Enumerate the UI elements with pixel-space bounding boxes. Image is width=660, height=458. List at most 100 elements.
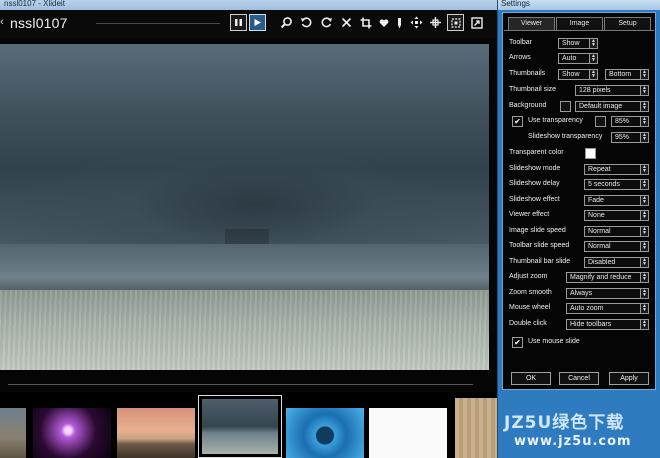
setting-label: Use transparency	[528, 117, 583, 124]
close-image-button[interactable]	[338, 14, 355, 31]
settings-tabs: Viewer Image Setup	[508, 17, 652, 31]
setting-thumbnail-size: Thumbnail size 128 pixels ▲ ▼	[504, 84, 654, 98]
apply-button[interactable]: Apply	[609, 372, 649, 385]
photo-field	[0, 290, 489, 370]
viewer-effect-select[interactable]: None ▲ ▼	[584, 210, 649, 221]
cancel-button[interactable]: Cancel	[559, 372, 599, 385]
setting-image-slide-speed: Image slide speed Normal ▲ ▼	[504, 225, 654, 239]
zoom-button[interactable]	[278, 14, 295, 31]
transparency-color-swatch[interactable]	[595, 116, 606, 127]
adjust-zoom-select[interactable]: Magnify and reduce ▲ ▼	[566, 272, 649, 283]
settings-titlebar[interactable]: Settings	[498, 0, 660, 10]
viewer-window-title: nssl0107 - Xlideit	[4, 0, 65, 8]
play-button[interactable]	[249, 14, 266, 31]
slideshow-effect-select[interactable]: Fade ▲ ▼	[584, 195, 649, 206]
setting-slideshow-delay: Slideshow delay 5 seconds ▲ ▼	[504, 178, 654, 192]
setting-slideshow-transparency: Slideshow transparency 95% ▲ ▼	[504, 131, 654, 145]
use-transparency-value[interactable]: 85% ▲ ▼	[611, 116, 649, 127]
main-photo[interactable]	[0, 44, 489, 370]
setting-thumbnails: Thumbnails Show ▲ ▼ Bottom ▲ ▼	[504, 68, 654, 82]
zoom-smooth-select[interactable]: Always ▲ ▼	[566, 288, 649, 299]
image-slide-speed-select[interactable]: Normal ▲ ▼	[584, 226, 649, 237]
select-tool-button[interactable]	[447, 14, 464, 31]
move-button[interactable]	[408, 14, 425, 31]
thumbnail-bar-slide-select[interactable]: Disabled ▲ ▼	[584, 257, 649, 268]
fullscreen-button[interactable]	[468, 14, 485, 31]
rotate-left-button[interactable]	[298, 14, 315, 31]
fullscreen-icon	[470, 16, 483, 29]
thumbnails-select[interactable]: Show ▲ ▼	[558, 69, 598, 80]
ok-button[interactable]: OK	[511, 372, 551, 385]
use-transparency-checkbox[interactable]: ✔	[512, 116, 523, 127]
crop-icon	[360, 17, 371, 28]
setting-zoom-smooth: Zoom smooth Always ▲ ▼	[504, 287, 654, 301]
setting-arrows: Arrows Auto ▲ ▼	[504, 52, 654, 66]
photo-sky	[0, 44, 489, 254]
thumbnail-item-selected[interactable]	[198, 395, 282, 458]
double-click-select[interactable]: Hide toolbars ▲ ▼	[566, 319, 649, 330]
setting-slideshow-mode: Slideshow mode Repeat ▲ ▼	[504, 163, 654, 177]
toolbar-separator	[96, 23, 220, 24]
setting-double-click: Double click Hide toolbars ▲ ▼	[504, 318, 654, 332]
dropper-button[interactable]	[391, 14, 408, 31]
dropper-icon	[398, 17, 401, 28]
use-mouse-slide-checkbox[interactable]: ✔	[512, 337, 523, 348]
setting-background: Background Default image ▲ ▼	[504, 100, 654, 114]
setting-label: Toolbar slide speed	[509, 242, 570, 249]
thumbnail-item[interactable]	[455, 398, 497, 458]
tab-setup[interactable]: Setup	[604, 17, 651, 31]
mouse-wheel-select[interactable]: Auto zoom ▲ ▼	[566, 303, 649, 314]
setting-use-mouse-slide: ✔ Use mouse slide	[504, 336, 654, 350]
thumbnail-item[interactable]	[117, 408, 195, 458]
fit-button[interactable]	[427, 14, 444, 31]
slideshow-mode-select[interactable]: Repeat ▲ ▼	[584, 164, 649, 175]
setting-transparent-color: Transparent color	[504, 147, 654, 161]
background-color-swatch[interactable]	[560, 101, 571, 112]
thumbnail-size-select[interactable]: 128 pixels ▲ ▼	[575, 85, 649, 96]
thumbnail-item[interactable]	[286, 408, 364, 458]
photo-horizon	[0, 244, 489, 292]
site-watermark: JZ5U绿色下载 www.jz5u.com	[502, 400, 658, 456]
pause-button[interactable]	[230, 14, 247, 31]
favorite-button[interactable]	[375, 14, 392, 31]
viewer-toolbar: ‹ nssl0107	[0, 10, 497, 38]
setting-label: Thumbnail size	[509, 86, 557, 93]
watermark-line1: JZ5U绿色下载	[504, 413, 625, 433]
thumbnail-item[interactable]	[0, 408, 26, 458]
setting-label: Viewer effect	[509, 211, 550, 218]
thumbnail-item[interactable]	[33, 408, 111, 458]
setting-viewer-effect: Viewer effect None ▲ ▼	[504, 209, 654, 223]
thumbnail-scrollbar[interactable]	[8, 384, 473, 385]
tab-viewer[interactable]: Viewer	[508, 17, 555, 31]
settings-window-title: Settings	[501, 0, 530, 8]
previous-arrow-icon[interactable]: ‹	[0, 16, 4, 28]
setting-label: Transparent color	[509, 149, 564, 156]
setting-toolbar: Toolbar Show ▲ ▼	[504, 37, 654, 51]
zoom-icon	[280, 17, 292, 29]
crop-button[interactable]	[357, 14, 374, 31]
slideshow-delay-select[interactable]: 5 seconds ▲ ▼	[584, 179, 649, 190]
setting-label: Slideshow mode	[509, 165, 561, 172]
setting-label: Adjust zoom	[509, 273, 548, 280]
thumbnail-item[interactable]	[369, 408, 447, 458]
pause-icon	[235, 19, 242, 26]
tab-image[interactable]: Image	[556, 17, 603, 31]
background-select[interactable]: Default image ▲ ▼	[575, 101, 649, 112]
close-icon	[341, 17, 352, 28]
transparent-color-swatch[interactable]	[585, 148, 596, 159]
settings-window: Settings Viewer Image Setup Toolbar Show…	[497, 0, 660, 458]
rotate-right-icon	[321, 17, 332, 28]
setting-label: Background	[509, 102, 547, 109]
toolbar-slide-speed-select[interactable]: Normal ▲ ▼	[584, 241, 649, 252]
arrows-select[interactable]: Auto ▲ ▼	[558, 53, 598, 64]
rotate-left-icon	[301, 17, 312, 28]
setting-label: Mouse wheel	[509, 304, 551, 311]
viewer-titlebar[interactable]: nssl0107 - Xlideit	[0, 0, 497, 10]
rotate-right-button[interactable]	[318, 14, 335, 31]
setting-label: Toolbar	[509, 39, 532, 46]
setting-slideshow-effect: Slideshow effect Fade ▲ ▼	[504, 194, 654, 208]
toolbar-select[interactable]: Show ▲ ▼	[558, 38, 598, 49]
slideshow-transparency-value[interactable]: 95% ▲ ▼	[611, 132, 649, 143]
setting-toolbar-slide-speed: Toolbar slide speed Normal ▲ ▼	[504, 240, 654, 254]
thumbnails-position-select[interactable]: Bottom ▲ ▼	[605, 69, 649, 80]
